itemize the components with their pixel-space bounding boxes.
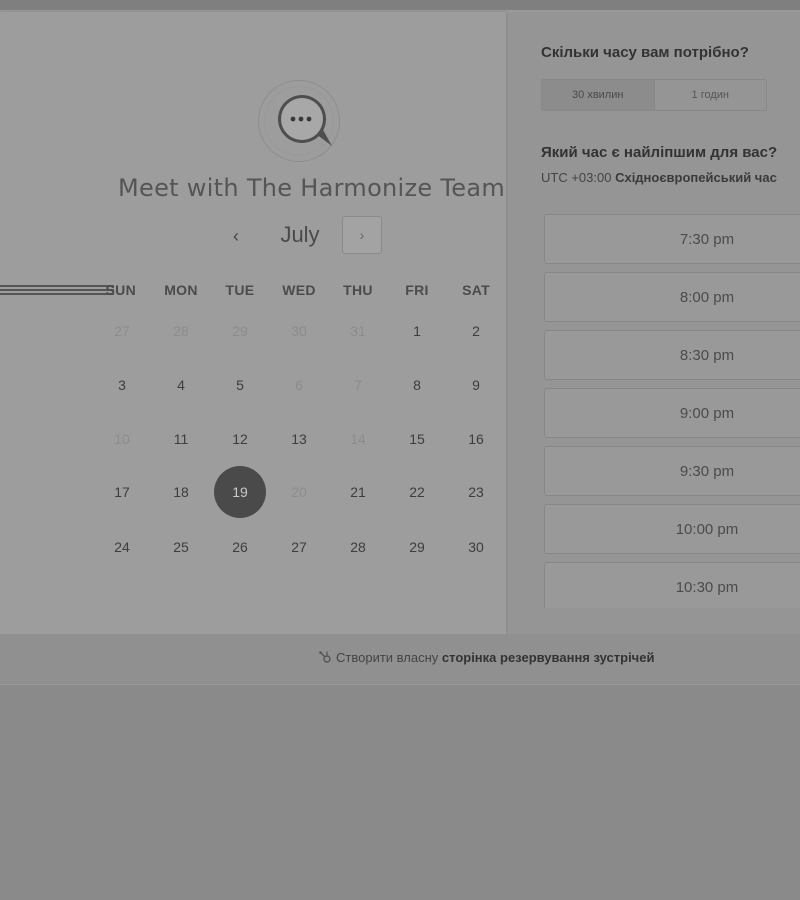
timezone-label[interactable]: UTC +03:00 Східноєвропейський час <box>541 170 777 185</box>
time-slot[interactable]: 7:30 pm <box>544 214 800 264</box>
time-question: Який час є найліпшим для вас? <box>541 144 778 161</box>
prev-month-button[interactable]: ‹ <box>218 218 254 254</box>
duration-option-30min[interactable]: 30 хвилин <box>542 80 655 110</box>
calendar-day[interactable]: 12 <box>214 413 266 465</box>
weekday-wed: WED <box>282 282 316 298</box>
timezone-name: Східноєвропейський час <box>615 170 777 185</box>
calendar-day[interactable]: 13 <box>273 413 325 465</box>
calendar-day: 7 <box>354 377 362 393</box>
calendar-day[interactable]: 16 <box>450 413 502 465</box>
weekday-mon: MON <box>164 282 198 298</box>
next-month-button[interactable]: › <box>342 216 382 254</box>
chevron-right-icon: › <box>359 227 365 243</box>
calendar-day-selected[interactable]: 19 <box>214 466 266 518</box>
time-slot-label: 8:30 pm <box>679 346 735 364</box>
footer-link-text: сторінка резервування зустрічей <box>441 650 655 665</box>
calendar-day[interactable]: 27 <box>273 521 325 573</box>
time-pane: Скільки часу вам потрібно? 30 хвилин 1 г… <box>508 12 800 634</box>
calendar-day[interactable]: 23 <box>450 466 502 518</box>
calendar-day[interactable]: 15 <box>391 413 443 465</box>
decorative-lines <box>0 283 114 297</box>
sprocket-icon <box>318 650 332 665</box>
calendar-day: 27 <box>114 323 130 339</box>
calendar-day: 28 <box>173 323 189 339</box>
calendar-day: 6 <box>295 377 303 393</box>
calendar-day[interactable]: 5 <box>214 359 266 411</box>
calendar-day[interactable]: 8 <box>391 359 443 411</box>
weekday-sat: SAT <box>462 282 490 298</box>
time-slot[interactable]: 8:00 pm <box>544 272 800 322</box>
calendar-day: 31 <box>350 323 366 339</box>
calendar-day[interactable]: 22 <box>391 466 443 518</box>
calendar-day[interactable]: 9 <box>450 359 502 411</box>
calendar-day[interactable]: 29 <box>391 521 443 573</box>
time-slot[interactable]: 10:30 pm <box>544 562 800 608</box>
calendar-day: 30 <box>291 323 307 339</box>
time-slot[interactable]: 9:00 pm <box>544 388 800 438</box>
weekday-fri: FRI <box>405 282 429 298</box>
calendar-day[interactable]: 21 <box>332 466 384 518</box>
footer-prefix: Створити власну <box>336 650 439 665</box>
weekday-thu: THU <box>343 282 373 298</box>
calendar-day[interactable]: 25 <box>155 521 207 573</box>
month-label: July <box>280 222 320 247</box>
calendar-day: 10 <box>114 431 130 447</box>
calendar-day[interactable]: 1 <box>391 305 443 357</box>
calendar-day: 20 <box>291 484 307 500</box>
time-slot-label: 10:00 pm <box>675 520 739 538</box>
time-slot[interactable]: 10:00 pm <box>544 504 800 554</box>
time-slot[interactable]: 8:30 pm <box>544 330 800 380</box>
time-slot[interactable]: 9:30 pm <box>544 446 800 496</box>
page-background <box>0 685 800 900</box>
time-slot-label: 9:30 pm <box>679 462 735 480</box>
weekday-tue: TUE <box>225 282 255 298</box>
calendar-day[interactable]: 2 <box>450 305 502 357</box>
calendar-day[interactable]: 3 <box>96 359 148 411</box>
duration-option-1h[interactable]: 1 годин <box>655 80 767 110</box>
calendar-day[interactable]: 18 <box>155 466 207 518</box>
calendar-day[interactable]: 28 <box>332 521 384 573</box>
chevron-left-icon: ‹ <box>233 225 239 246</box>
weekday-sun: SUN <box>105 282 136 298</box>
timezone-offset: UTC +03:00 <box>541 170 612 185</box>
calendar-day[interactable]: 26 <box>214 521 266 573</box>
duration-toggle: 30 хвилин 1 годин <box>541 79 767 111</box>
time-slot-label: 9:00 pm <box>679 404 735 422</box>
time-slot-label: 10:30 pm <box>675 578 739 596</box>
calendar-day: 29 <box>232 323 248 339</box>
chat-bubble-icon <box>278 95 332 146</box>
time-slot-label: 8:00 pm <box>679 288 735 306</box>
create-booking-page-link[interactable]: Створити власну сторінка резервування зу… <box>318 650 654 665</box>
calendar-day[interactable]: 17 <box>96 466 148 518</box>
calendar-day[interactable]: 11 <box>155 413 207 465</box>
top-bar <box>0 0 800 10</box>
calendar-pane: Meet with The Harmonize Team ‹ July › SU… <box>0 12 506 634</box>
time-slot-label: 7:30 pm <box>679 230 735 248</box>
time-slot-list[interactable]: 7:30 pm 8:00 pm 8:30 pm 9:00 pm 9:30 pm 10:00… <box>544 202 800 608</box>
calendar-day[interactable]: 4 <box>155 359 207 411</box>
calendar-day[interactable]: 24 <box>96 521 148 573</box>
calendar-day: 14 <box>350 431 366 447</box>
calendar-day[interactable]: 30 <box>450 521 502 573</box>
duration-question: Скільки часу вам потрібно? <box>541 44 749 61</box>
